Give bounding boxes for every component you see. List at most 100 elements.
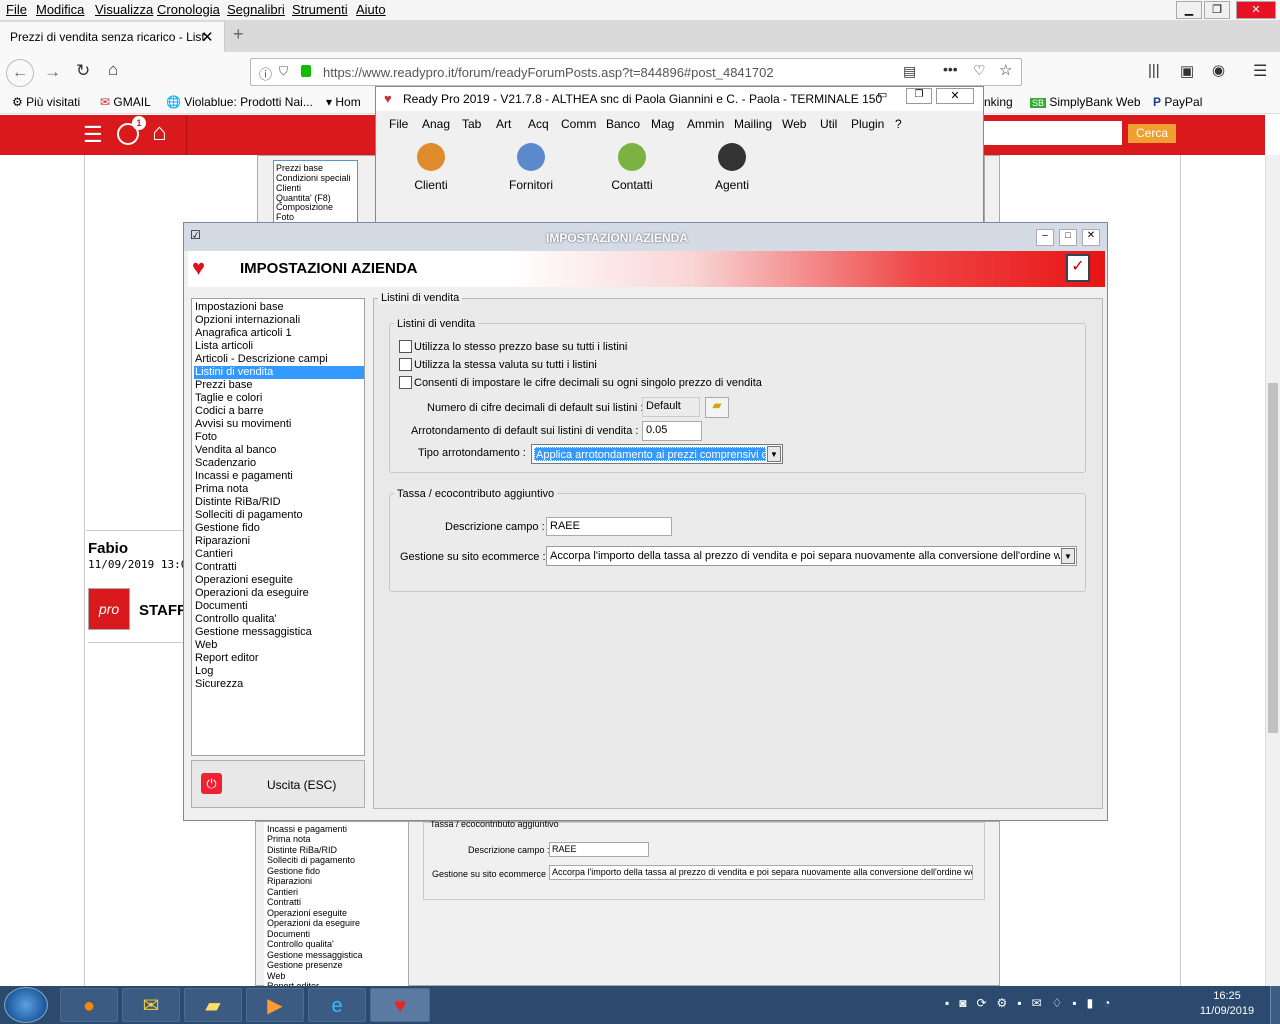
nav-item[interactable]: Prima nota xyxy=(194,483,364,496)
pocket-icon[interactable]: ♡ xyxy=(973,62,986,79)
chevron-down-icon[interactable]: ▼ xyxy=(767,446,781,462)
url-bar[interactable]: ⓘ ⛉ https://www.readypro.it/forum/readyF… xyxy=(250,58,1022,86)
nav-item[interactable]: Anagrafica articoli 1 xyxy=(194,327,364,340)
nav-item[interactable]: Operazioni da eseguire xyxy=(194,587,364,600)
post-author[interactable]: Fabio xyxy=(88,540,128,557)
search-button[interactable]: Cerca xyxy=(1128,124,1176,143)
shield-icon[interactable]: ⛉ xyxy=(279,64,288,79)
account-icon[interactable]: ◉ xyxy=(1212,61,1225,79)
same-currency-label[interactable]: Utilizza la stessa valuta su tutti i lis… xyxy=(414,359,597,371)
menu-strumenti[interactable]: Strumenti xyxy=(292,2,348,17)
site-home-icon[interactable]: ⌂ xyxy=(152,119,167,147)
reader-icon[interactable]: ▤ xyxy=(903,63,916,80)
minimize-icon[interactable]: ▁ xyxy=(1176,1,1202,19)
same-base-price-checkbox[interactable] xyxy=(399,340,412,353)
menu-segnalibri[interactable]: Segnalibri xyxy=(227,2,285,17)
menu-cronologia[interactable]: Cronologia xyxy=(157,2,220,17)
rp-restore-icon[interactable]: ❐ xyxy=(906,88,932,104)
rounding-field[interactable]: 0.05 xyxy=(642,421,702,441)
system-tray-icons[interactable]: ▪◙⟳⚙▪✉♢▪▮◔ xyxy=(945,996,1165,1014)
nav-item[interactable]: Documenti xyxy=(194,600,364,613)
nav-item[interactable]: Controllo qualita' xyxy=(194,613,364,626)
settings-nav-list[interactable]: Impostazioni base Opzioni internazionali… xyxy=(191,298,365,756)
scrollbar-thumb[interactable] xyxy=(1268,383,1278,733)
dialog-minimize-icon[interactable]: – xyxy=(1036,229,1054,246)
bookmark-violablue[interactable]: 🌐 Violablue: Prodotti Nai... xyxy=(166,95,313,109)
nav-item[interactable]: Gestione fido xyxy=(194,522,364,535)
rp-menu-file[interactable]: File xyxy=(389,117,408,131)
clock[interactable]: 16:25 11/09/2019 xyxy=(1188,990,1266,1017)
bookmark-gmail[interactable]: ✉ GMAIL xyxy=(100,95,151,109)
nav-item[interactable]: Report editor xyxy=(194,652,364,665)
info-icon[interactable]: ⓘ xyxy=(259,64,272,83)
nav-item[interactable]: Vendita al banco xyxy=(194,444,364,457)
bookmark-star-icon[interactable]: ☆ xyxy=(999,61,1012,79)
rp-menu-mailing[interactable]: Mailing xyxy=(734,117,772,131)
rp-menu-acq[interactable]: Acq xyxy=(528,117,549,131)
decimals-field[interactable]: Default xyxy=(642,397,700,417)
same-base-price-label[interactable]: Utilizza lo stesso prezzo base su tutti … xyxy=(414,341,627,353)
same-currency-checkbox[interactable] xyxy=(399,358,412,371)
page-scrollbar[interactable] xyxy=(1265,155,1280,986)
show-desktop-button[interactable] xyxy=(1270,986,1280,1024)
menu-visualizza[interactable]: Visualizza xyxy=(95,2,153,17)
rp-menu-banco[interactable]: Banco xyxy=(606,117,640,131)
nav-item[interactable]: Articoli - Descrizione campi xyxy=(194,353,364,366)
dialog-maximize-icon[interactable]: □ xyxy=(1059,229,1077,246)
bookmark-nking[interactable]: nking xyxy=(984,95,1013,109)
rp-menu-mag[interactable]: Mag xyxy=(651,117,674,131)
nav-item[interactable]: Log xyxy=(194,665,364,678)
nav-item[interactable]: Lista articoli xyxy=(194,340,364,353)
taskbar-explorer[interactable]: ▰ xyxy=(184,988,242,1022)
forward-icon[interactable]: → xyxy=(44,62,61,82)
rp-menu-comm[interactable]: Comm xyxy=(561,117,596,131)
close-icon[interactable]: ✕ xyxy=(1236,1,1276,19)
decimals-per-price-label[interactable]: Consenti di impostare le cifre decimali … xyxy=(414,377,762,389)
bookmark-home[interactable]: ▾ Hom xyxy=(326,95,361,109)
hamburger-menu-icon[interactable]: ☰ xyxy=(1253,61,1267,81)
more-icon[interactable]: ••• xyxy=(943,61,958,77)
nav-item[interactable]: Taglie e colori xyxy=(194,392,364,405)
nav-item[interactable]: Operazioni eseguite xyxy=(194,574,364,587)
toolbar-clienti[interactable]: Clienti xyxy=(400,143,462,195)
taskbar-firefox[interactable]: ● xyxy=(60,988,118,1022)
toolbar-agenti[interactable]: Agenti xyxy=(701,143,763,195)
bookmark-paypal[interactable]: P PayPal xyxy=(1153,95,1202,109)
tab-close-icon[interactable]: ✕ xyxy=(201,28,214,46)
rp-menu-util[interactable]: Util xyxy=(820,117,837,131)
start-button[interactable] xyxy=(4,987,48,1023)
ecommerce-select[interactable]: Accorpa l'importo della tassa al prezzo … xyxy=(546,546,1077,566)
toolbar-contatti[interactable]: Contatti xyxy=(601,143,663,195)
menu-modifica[interactable]: Modifica xyxy=(36,2,84,17)
rp-minimize-icon[interactable]: ▭ xyxy=(877,88,887,101)
folder-icon[interactable]: ▰ xyxy=(705,397,729,418)
taskbar-email[interactable]: ✉ xyxy=(122,988,180,1022)
browser-tab[interactable]: Prezzi di vendita senza ricarico - List xyxy=(0,22,225,52)
nav-item[interactable]: Riparazioni xyxy=(194,535,364,548)
nav-item[interactable]: Codici a barre xyxy=(194,405,364,418)
nav-item[interactable]: Prezzi base xyxy=(194,379,364,392)
bookmark-simplybank[interactable]: SB SimplyBank Web xyxy=(1030,95,1141,109)
site-menu-icon[interactable]: ☰ xyxy=(83,122,103,148)
rp-menu-plugin[interactable]: Plugin xyxy=(851,117,884,131)
decimals-per-price-checkbox[interactable] xyxy=(399,376,412,389)
nav-item[interactable]: Distinte RiBa/RID xyxy=(194,496,364,509)
nav-item[interactable]: Foto xyxy=(194,431,364,444)
rp-close-icon[interactable]: ✕ xyxy=(936,88,974,104)
taskbar-ie[interactable]: e xyxy=(308,988,366,1022)
toolbar-fornitori[interactable]: Fornitori xyxy=(500,143,562,195)
rp-menu-art[interactable]: Art xyxy=(496,117,511,131)
nav-item[interactable]: Gestione messaggistica xyxy=(194,626,364,639)
nav-item[interactable]: Solleciti di pagamento xyxy=(194,509,364,522)
rp-menu-tab[interactable]: Tab xyxy=(462,117,481,131)
rp-menu-ammin[interactable]: Ammin xyxy=(687,117,724,131)
menu-file[interactable]: File xyxy=(6,2,27,17)
nav-item-selected[interactable]: Listini di vendita xyxy=(194,366,364,379)
taskbar-media[interactable]: ▶ xyxy=(246,988,304,1022)
description-field[interactable]: RAEE xyxy=(546,517,672,536)
rp-menu-help[interactable]: ? xyxy=(895,117,902,131)
exit-button[interactable]: ⏻ Uscita (ESC) xyxy=(191,760,365,808)
rp-menu-web[interactable]: Web xyxy=(782,117,806,131)
nav-item[interactable]: Impostazioni base xyxy=(194,301,364,314)
nav-item[interactable]: Sicurezza xyxy=(194,678,364,691)
